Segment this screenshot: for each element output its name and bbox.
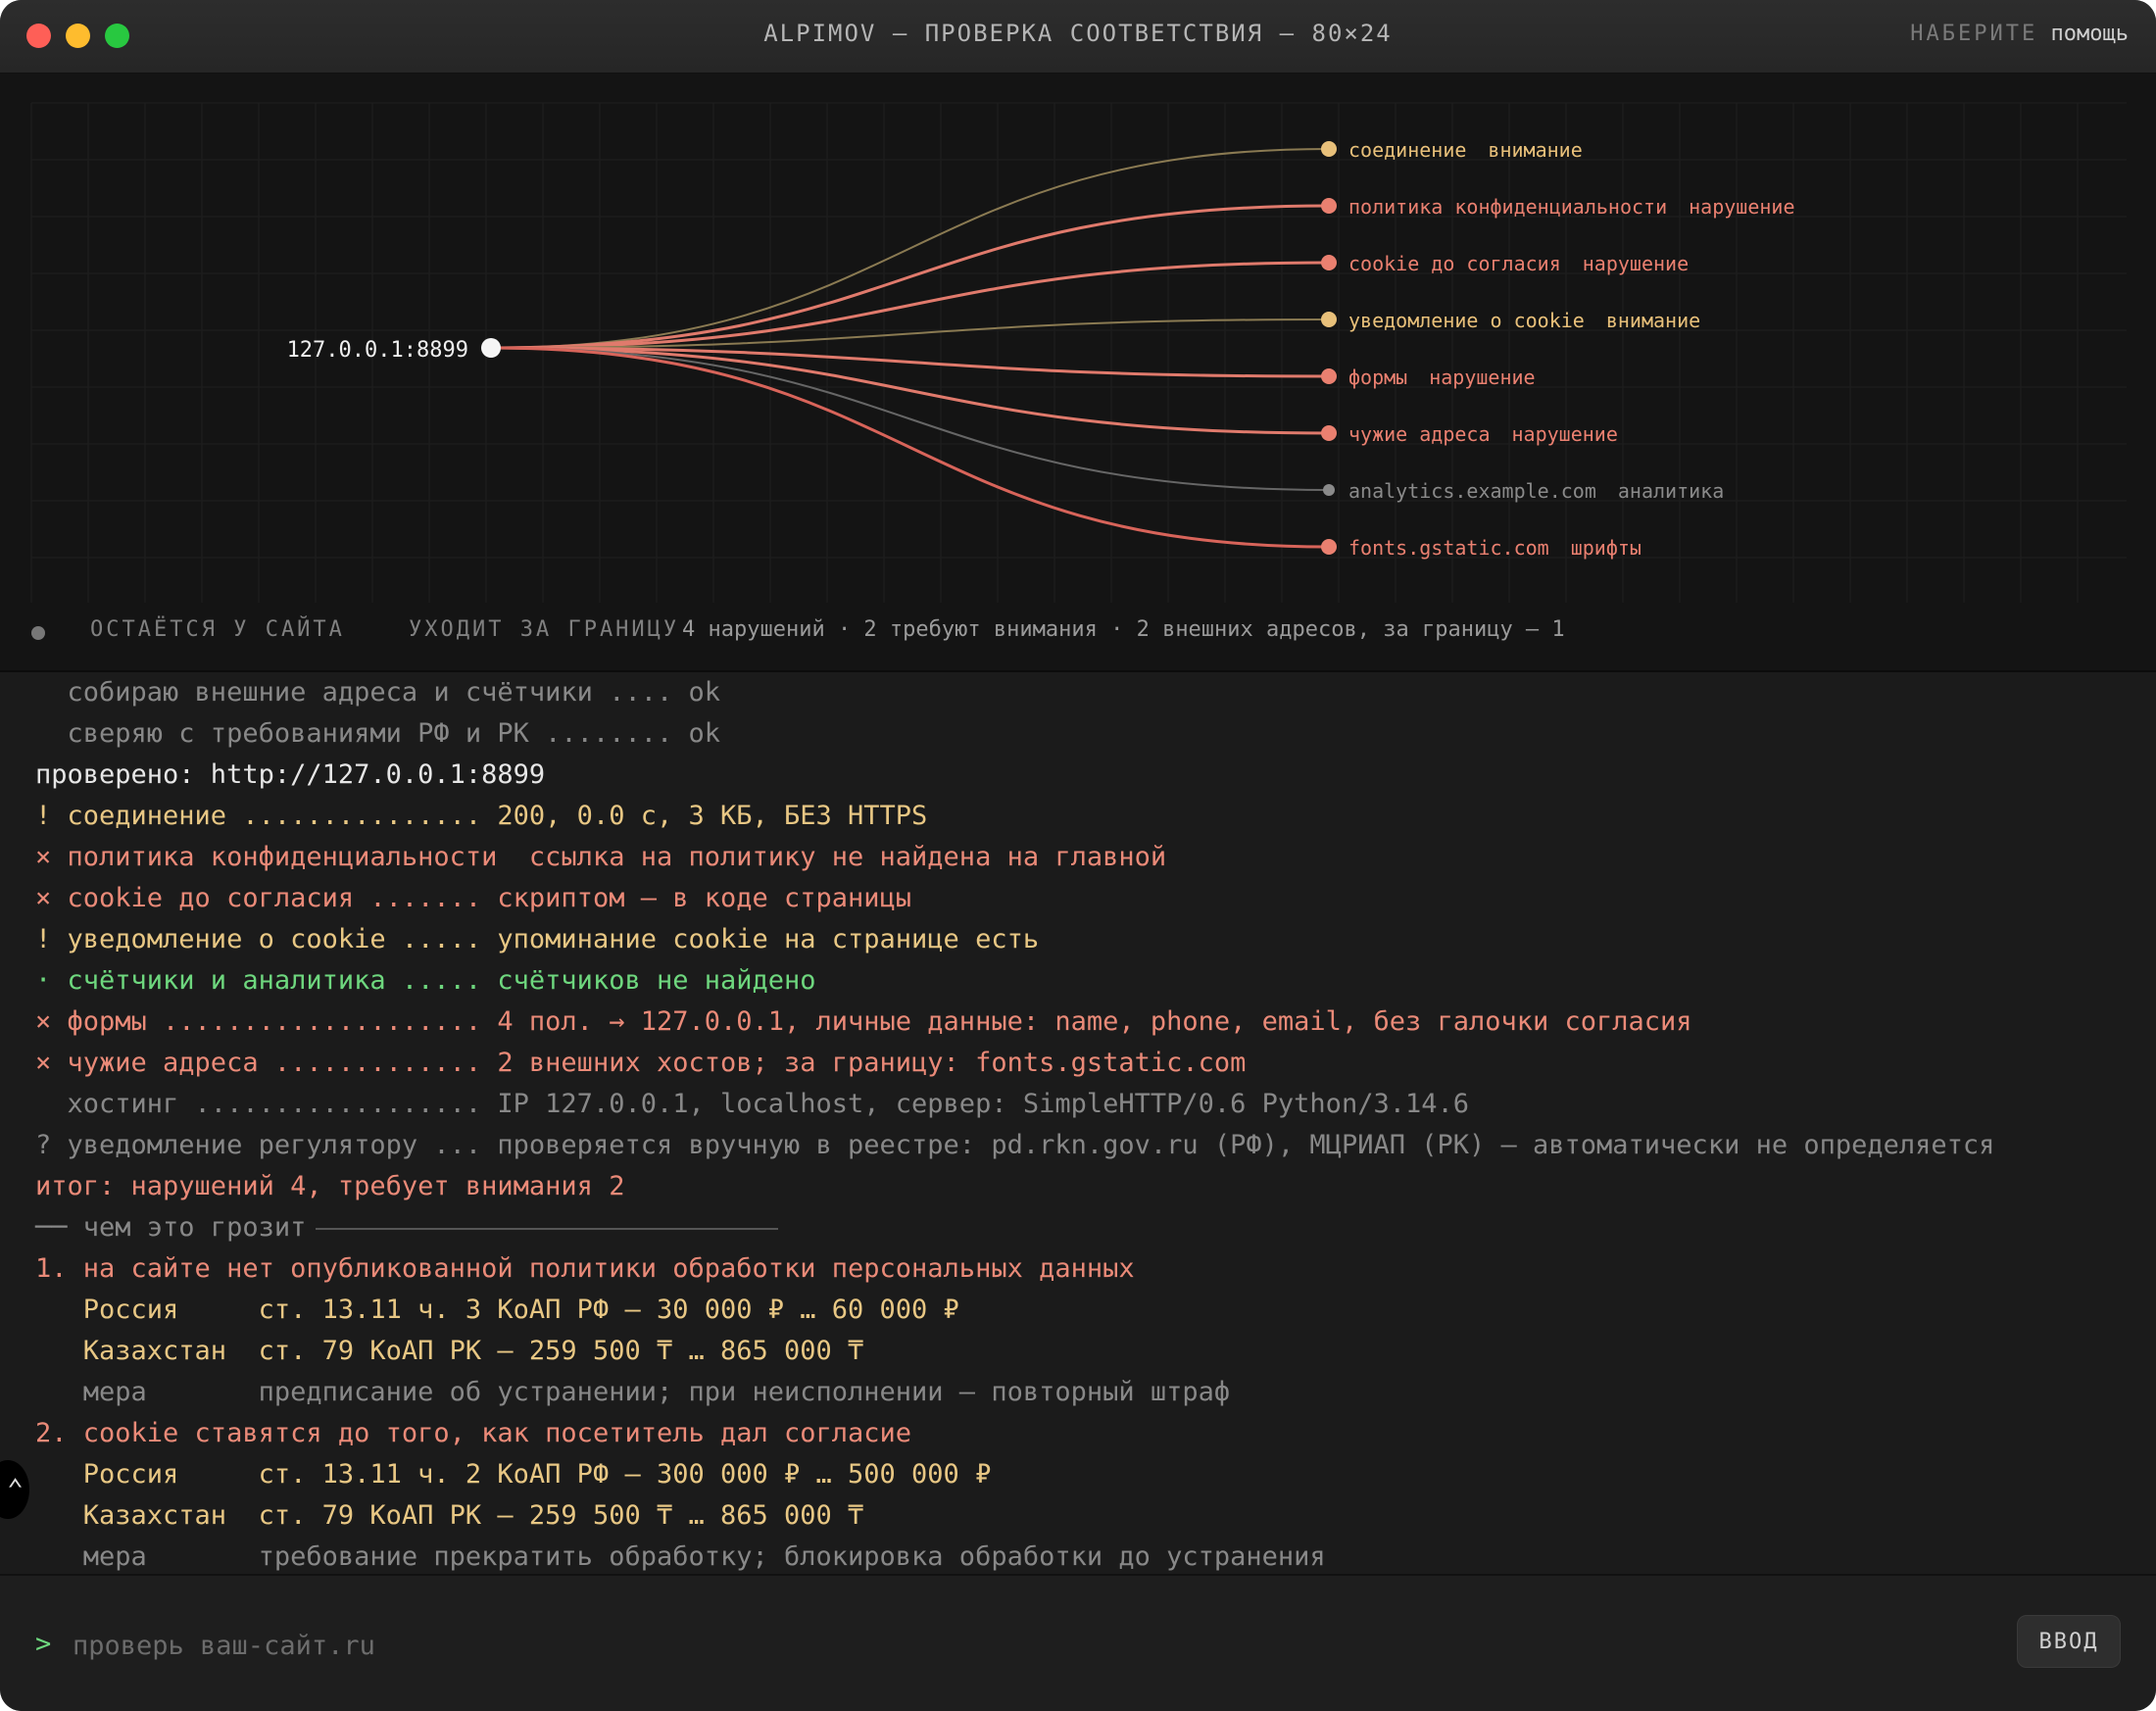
graph-node-label: чужие адреса нарушение <box>1348 422 1618 446</box>
graph-node-label: уведомление о cookie внимание <box>1348 309 1700 332</box>
graph-node-label: cookie до согласия нарушение <box>1348 252 1689 275</box>
help-hint-key: НАБЕРИТЕ <box>1910 22 2038 46</box>
graph-node-label: analytics.example.com аналитика <box>1348 479 1724 503</box>
log-line: 2. cookie ставятся до того, как посетите… <box>35 1418 912 1448</box>
help-hint: НАБЕРИТЕ помощь <box>1910 22 2129 46</box>
log-line: Казахстан ст. 79 КоАП РК — 259 500 ₸ … 8… <box>35 1500 864 1531</box>
graph-node-label: формы нарушение <box>1348 366 1536 389</box>
connection-graph: 127.0.0.1:8899 соединение внимание политика… <box>0 73 2156 672</box>
enter-button[interactable]: ВВОД <box>2017 1615 2121 1668</box>
log-line-value: счётчиков не найдено <box>497 965 816 996</box>
graph-node <box>1321 425 1337 441</box>
log-line: × формы .................... 4 пол. → 12… <box>35 1006 1692 1037</box>
log-line: мера предписание об устранении; при неис… <box>35 1377 1231 1407</box>
legend-stats: 4 нарушений · 2 требуют внимания · 2 вне… <box>682 617 1565 642</box>
log-line: ? уведомление регулятору ... проверяется… <box>35 1130 1995 1160</box>
graph-edge <box>490 204 1330 350</box>
graph-root-node <box>481 338 501 358</box>
log-line: ! соединение ............... 200, 0.0 с,… <box>35 801 928 831</box>
legend-leaves: УХОДИТ ЗА ГРАНИЦУ <box>409 617 680 642</box>
title-bar: ALPIMOV — ПРОВЕРКА СООТВЕТСТВИЯ — 80×24 … <box>0 0 2156 73</box>
log-line: × политика конфиденциальности ссылка на … <box>35 842 1167 872</box>
log-line: итог: нарушений 4, требует внимания 2 <box>35 1171 625 1201</box>
graph-node <box>1321 368 1337 384</box>
graph-legend: ОСТАЁТСЯ У САЙТА УХОДИТ ЗА ГРАНИЦУ 4 нар… <box>0 610 2156 659</box>
graph-node <box>1321 539 1337 555</box>
section-header-label: ── чем это грозит <box>35 1212 307 1243</box>
help-hint-command: помощь <box>2050 22 2129 46</box>
log-line: Россия ст. 13.11 ч. 3 КоАП РФ — 30 000 ₽… <box>35 1295 959 1325</box>
log-line: × cookie до согласия ....... скриптом — … <box>35 883 912 913</box>
log-line: Казахстан ст. 79 КоАП РК — 259 500 ₸ … 8… <box>35 1336 864 1366</box>
graph-node-label: соединение внимание <box>1348 138 1583 162</box>
log-line: 1. на сайте нет опубликованной политики … <box>35 1253 1135 1284</box>
command-bar: > ВВОД <box>0 1574 2156 1711</box>
graph-node <box>1321 141 1337 157</box>
log-line: мера требование прекратить обработку; бл… <box>35 1541 1326 1572</box>
graph-node-label: политика конфиденциальности нарушение <box>1348 195 1794 219</box>
section-header: ── чем это грозит <box>35 1211 779 1245</box>
log-line: Россия ст. 13.11 ч. 2 КоАП РФ — 300 000 … <box>35 1459 992 1490</box>
graph-edge <box>490 148 1330 349</box>
log-line: собираю внешние адреса и счётчики .... o… <box>35 677 720 708</box>
graph-node <box>1321 198 1337 214</box>
log-line: ! уведомление о cookie ..... упоминание … <box>35 924 1040 954</box>
terminal-window: ALPIMOV — ПРОВЕРКА СООТВЕТСТВИЯ — 80×24 … <box>0 0 2156 1711</box>
graph-node-label: fonts.gstatic.com шрифты <box>1348 536 1642 560</box>
log-line: проверено: http://127.0.0.1:8899 <box>35 759 546 790</box>
graph-root-label: 127.0.0.1:8899 <box>287 338 468 363</box>
legend-stays: ОСТАЁТСЯ У САЙТА <box>90 617 345 642</box>
terminal-output: собираю внешние адреса и счётчики .... o… <box>0 672 2156 1574</box>
graph-node <box>1321 312 1337 327</box>
log-line: сверяю с требованиями РФ и РК ........ o… <box>35 718 720 749</box>
log-line: хостинг .................. IP 127.0.0.1,… <box>35 1089 1469 1119</box>
legend-dot-icon <box>31 626 45 640</box>
graph-node <box>1323 484 1335 496</box>
graph-edge <box>490 347 1330 491</box>
log-line-label: · счётчики и аналитика ..... <box>35 965 498 996</box>
command-input[interactable] <box>71 1623 1936 1668</box>
log-line: · счётчики и аналитика ..... счётчиков н… <box>35 964 816 998</box>
log-line: × чужие адреса ............. 2 внешних х… <box>35 1048 1247 1078</box>
graph-edge <box>490 346 1330 549</box>
prompt-symbol: > <box>35 1629 52 1659</box>
graph-canvas: 127.0.0.1:8899 соединение внимание политика… <box>30 102 2127 603</box>
section-divider <box>316 1227 779 1230</box>
window-title: ALPIMOV — ПРОВЕРКА СООТВЕТСТВИЯ — 80×24 <box>763 20 1393 47</box>
graph-node <box>1321 255 1337 270</box>
